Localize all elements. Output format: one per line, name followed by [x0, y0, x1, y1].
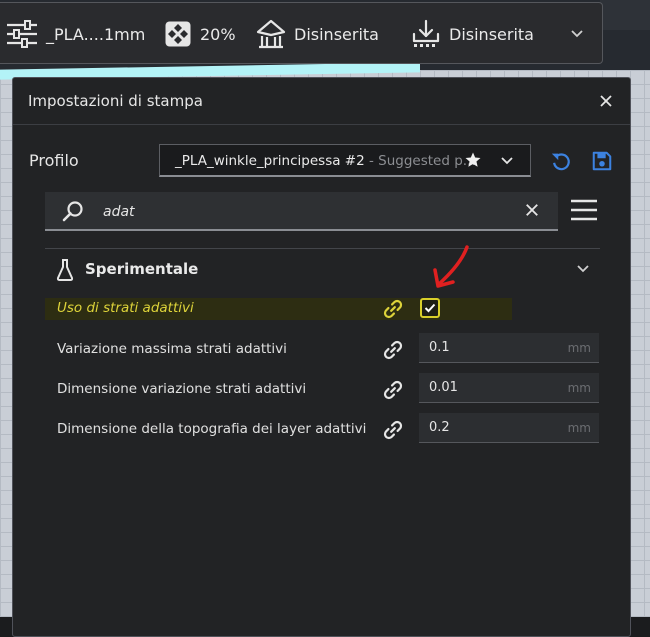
link-icon[interactable]	[382, 339, 404, 365]
toolbar-profile-label: _PLA....1mm	[46, 24, 146, 44]
setting-label: Variazione massima strati adattivi	[57, 341, 287, 357]
chevron-down-icon	[570, 29, 584, 39]
undo-icon	[551, 153, 570, 171]
profile-label: Profilo	[29, 151, 79, 170]
support-icon	[256, 19, 286, 49]
setting-label: Uso di strati adattivi	[57, 300, 194, 316]
setting-unit: mm	[567, 421, 591, 435]
red-arrow-icon	[431, 244, 473, 298]
link-icon[interactable]	[382, 419, 404, 445]
clear-search-button[interactable]	[525, 202, 539, 221]
setting-value-field[interactable]: 0.2 mm	[419, 413, 599, 443]
profile-dropdown[interactable]: _PLA_winkle_principessa #2 - Suggested p…	[159, 144, 531, 177]
close-icon	[526, 204, 538, 216]
settings-menu-button[interactable]	[570, 198, 598, 226]
profile-name: _PLA_winkle_principessa #2	[175, 153, 365, 169]
setting-value: 0.2	[429, 420, 450, 435]
search-input[interactable]	[101, 200, 505, 224]
link-icon[interactable]	[382, 298, 404, 324]
chevron-down-icon[interactable]	[576, 260, 590, 279]
infill-icon	[164, 20, 192, 48]
toolbar-expand-button[interactable]	[570, 3, 584, 65]
save-icon	[592, 151, 612, 171]
profile-name-text: _PLA_winkle_principessa #2 - Suggested p…	[175, 153, 476, 169]
print-setup-toolbar[interactable]: _PLA....1mm 20% Disinserita Disinserita	[0, 2, 603, 64]
settings-search	[45, 192, 558, 231]
toolbar-adhesion[interactable]: Disinserita	[411, 3, 534, 65]
setting-value-field[interactable]: 0.01 mm	[419, 373, 599, 403]
adaptive-layers-checkbox[interactable]	[420, 298, 440, 318]
viewport-top-right	[600, 0, 650, 30]
reset-profile-button[interactable]	[550, 150, 572, 176]
setting-unit: mm	[567, 381, 591, 395]
setting-label: Dimensione della topografia dei layer ad…	[57, 421, 367, 437]
close-button[interactable]	[596, 91, 616, 111]
panel-header: Impostazioni di stampa	[13, 78, 630, 125]
divider	[45, 248, 600, 249]
setting-value-field[interactable]: 0.1 mm	[419, 333, 599, 363]
toolbar-adhesion-label: Disinserita	[449, 24, 534, 44]
sliders-icon	[6, 20, 38, 48]
adhesion-icon	[411, 19, 441, 49]
panel-title: Impostazioni di stampa	[28, 92, 203, 110]
category-label[interactable]: Sperimentale	[85, 260, 198, 278]
link-icon[interactable]	[382, 379, 404, 405]
hamburger-menu-icon	[571, 199, 597, 221]
toolbar-profile[interactable]: _PLA....1mm	[6, 3, 145, 65]
setting-value: 0.1	[429, 340, 450, 355]
setting-label: Dimensione variazione strati adattivi	[57, 381, 307, 397]
flask-icon	[56, 258, 74, 286]
profile-suggested: - Suggested p...	[364, 153, 476, 169]
setting-unit: mm	[567, 341, 591, 355]
print-settings-panel: Impostazioni di stampa Profilo _PLA_wink…	[12, 77, 631, 637]
close-icon	[600, 95, 612, 107]
chevron-down-icon	[500, 153, 514, 172]
toolbar-support-label: Disinserita	[294, 24, 379, 44]
toolbar-infill-label: 20%	[200, 24, 236, 44]
toolbar-support[interactable]: Disinserita	[256, 3, 379, 65]
search-icon	[61, 200, 85, 228]
save-profile-button[interactable]	[591, 150, 613, 176]
star-icon[interactable]	[464, 151, 482, 173]
checkmark-icon	[424, 303, 436, 313]
toolbar-infill[interactable]: 20%	[164, 3, 236, 65]
setting-value: 0.01	[429, 380, 458, 395]
setting-row[interactable]: Uso di strati adattivi	[45, 298, 512, 320]
